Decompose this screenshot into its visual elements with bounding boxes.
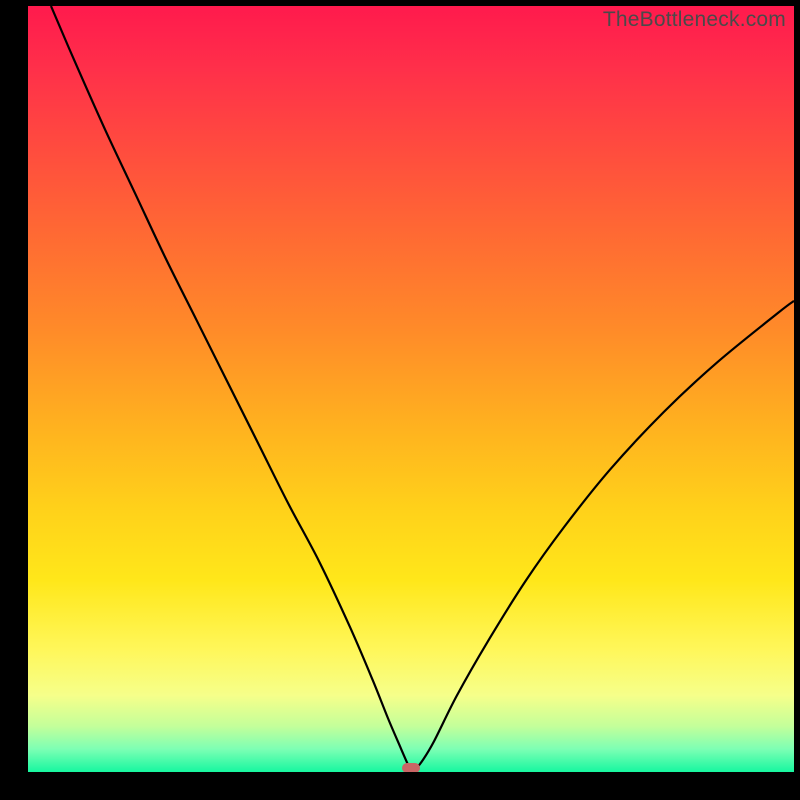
bottleneck-curve (28, 6, 794, 772)
chart-container: TheBottleneck.com (0, 0, 800, 800)
curve-path (51, 6, 794, 771)
plot-area: TheBottleneck.com (28, 6, 794, 772)
